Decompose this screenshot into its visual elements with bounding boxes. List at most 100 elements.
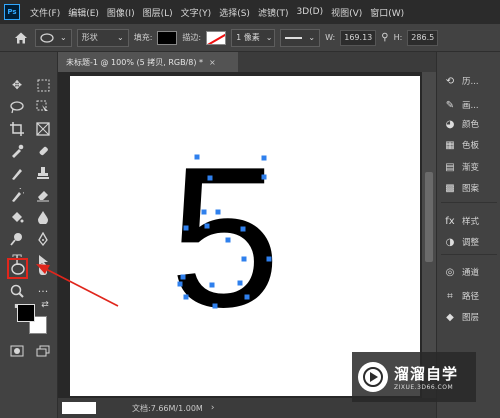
frame-tool-icon[interactable] [34,120,52,138]
panel-item-gradient[interactable]: ▤ 渐变 [443,158,499,176]
panel-separator [441,254,497,255]
document-tab-title: 未标题-1 @ 100% (5 拷贝, RGB/8) * [66,57,204,67]
watermark-logo-icon [358,362,388,392]
watermark: 溜溜自学 ZIXUE.3D66.COM [352,352,476,402]
brush-tool-icon[interactable] [8,164,26,182]
panel-item-style[interactable]: fx 样式 [443,212,499,230]
swatches-icon: ▦ [445,139,455,151]
panel-item-label: 图层 [462,313,480,323]
quick-mask-icon[interactable] [8,342,26,360]
blur-tool-icon[interactable] [34,208,52,226]
options-bar: ⌄ 形状 ⌄ 填充: 描边: 1 像素 ⌄ ⌄ W: 169.13 ⚲ H: 2… [0,24,500,52]
panel-item-label: 图案 [462,184,480,194]
paint-bucket-tool-icon[interactable] [8,208,26,226]
clone-stamp-tool-icon[interactable] [34,164,52,182]
tool-preset-picker[interactable]: ⌄ [35,28,72,47]
color-icon: ◕ [445,118,455,130]
object-select-tool-icon[interactable] [34,98,52,116]
tool-mode-value: 形状 [81,33,98,42]
document-size-info: 文档:7.66M/1.00M [132,403,203,413]
scrollbar-thumb[interactable] [425,172,433,262]
panel-item-label: 渐变 [462,163,480,173]
watermark-subtitle: ZIXUE.3D66.COM [394,384,454,391]
menu-3d[interactable]: 3D(D) [292,7,327,17]
watermark-title: 溜溜自学 [394,365,459,383]
panel-item-channels[interactable]: ◎ 通道 [443,263,499,281]
panel-item-swatches[interactable]: ▦ 色板 [443,136,499,154]
panel-item-adjust[interactable]: ◑ 调整 [443,233,499,251]
menu-edit[interactable]: 编辑(E) [64,6,103,19]
height-label: H: [393,33,403,42]
stroke-swatch[interactable] [206,30,227,45]
hand-tool-icon[interactable] [34,260,52,278]
chevron-down-icon: ⌄ [117,33,124,42]
panel-item-layers[interactable]: ◆ 图层 [443,308,499,326]
move-tool-icon[interactable]: ✥ [8,76,26,94]
ellipse-tool-icon[interactable] [9,260,27,278]
menu-select[interactable]: 选择(S) [215,6,254,19]
panel-item-label: 样式 [462,217,480,227]
width-input[interactable]: 169.13 [340,29,377,46]
eraser-tool-icon[interactable] [34,186,52,204]
stroke-width-field[interactable]: 1 像素 ⌄ [231,28,276,47]
crop-tool-icon[interactable] [8,120,26,138]
menu-file[interactable]: 文件(F) [26,6,64,19]
chevron-right-icon[interactable]: › [211,403,215,413]
brush-icon: ✎ [445,99,455,111]
marquee-tool-icon[interactable] [34,76,52,94]
foreground-color-swatch[interactable] [17,304,35,322]
swap-colors-icon[interactable]: ⇄ [36,296,54,314]
tool-mode-select[interactable]: 形状 ⌄ [76,28,129,47]
height-input[interactable]: 286.5 [407,29,439,46]
document-tab[interactable]: 未标题-1 @ 100% (5 拷贝, RGB/8) * × [58,52,238,72]
link-icon[interactable]: ⚲ [381,32,388,43]
lasso-tool-icon[interactable] [8,98,26,116]
menu-filter[interactable]: 滤镜(T) [254,6,293,19]
stroke-label: 描边: [182,33,202,42]
menu-window[interactable]: 窗口(W) [366,6,408,19]
screen-mode-icon[interactable] [34,342,52,360]
channels-icon: ◎ [445,266,455,278]
chevron-down-icon: ⌄ [308,33,316,42]
zoom-field[interactable] [62,402,96,414]
menu-image[interactable]: 图像(I) [103,6,139,19]
paths-icon: ⌗ [447,290,453,302]
panel-item-label: 颜色 [462,120,480,130]
menu-bar: Ps 文件(F) 编辑(E) 图像(I) 图层(L) 文字(Y) 选择(S) 滤… [0,0,500,24]
panel-item-label: 通道 [462,268,480,278]
history-icon: ⟲ [445,75,455,87]
panel-item-color[interactable]: ◕ 颜色 [443,115,499,133]
ellipse-icon [40,32,54,43]
panel-item-history[interactable]: ⟲ 历... [443,72,499,90]
menu-view[interactable]: 视图(V) [327,6,366,19]
tools-panel: ✥ T ··· ⇄ [0,52,58,418]
panel-item-paths[interactable]: ⌗ 路径 [443,287,499,305]
menu-layer[interactable]: 图层(L) [139,6,177,19]
gradient-icon: ▤ [445,161,455,173]
width-label: W: [325,33,336,42]
chevron-down-icon: ⌄ [60,33,67,42]
fill-label: 填充: [133,33,153,42]
history-brush-tool-icon[interactable] [8,186,26,204]
healing-brush-tool-icon[interactable] [34,142,52,160]
panel-item-pattern[interactable]: ▩ 图案 [443,179,499,197]
stroke-type-select[interactable]: ⌄ [280,28,321,47]
pattern-icon: ▩ [445,182,455,194]
menu-type[interactable]: 文字(Y) [177,6,216,19]
home-icon[interactable] [12,29,30,47]
canvas[interactable] [70,76,420,396]
eyedropper-tool-icon[interactable] [8,142,26,160]
dodge-tool-icon[interactable] [8,230,26,248]
fill-swatch[interactable] [157,30,178,45]
panel-item-brush[interactable]: ✎ 画... [443,96,499,114]
stroke-width-value: 1 像素 [236,33,260,42]
vertical-scrollbar[interactable] [422,72,436,398]
pen-tool-icon[interactable] [34,230,52,248]
chevron-down-icon: ⌄ [265,33,273,42]
close-icon[interactable]: × [209,58,216,67]
panel-item-label: 调整 [462,238,480,248]
photoshop-logo-icon: Ps [4,4,20,20]
panel-item-label: 路径 [462,292,480,302]
panel-item-label: 色板 [462,141,480,151]
stroke-line-icon [285,36,303,39]
